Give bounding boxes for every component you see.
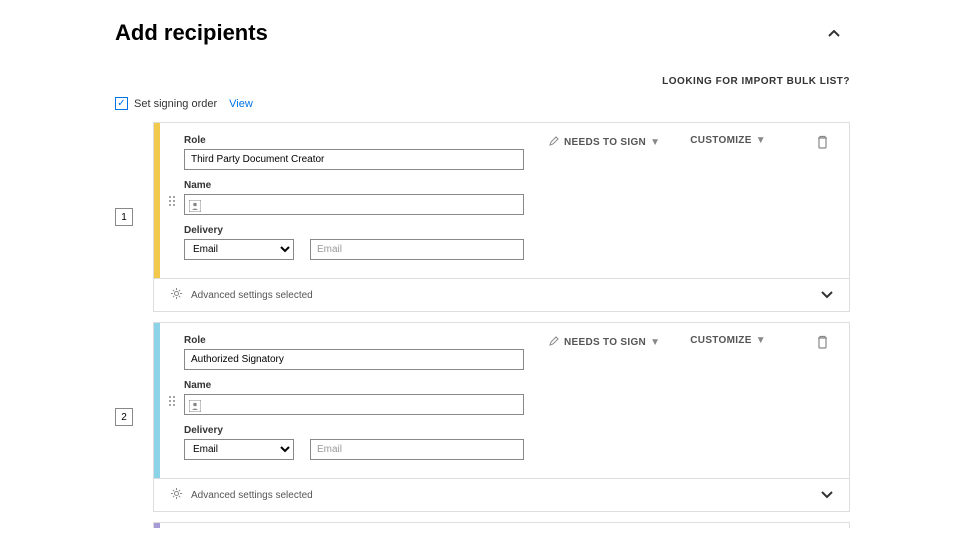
needs-to-sign-dropdown[interactable]: NEEDS TO SIGN ▼ — [548, 335, 660, 350]
pen-icon — [548, 135, 560, 150]
gear-icon — [170, 487, 183, 503]
needs-to-sign-label: NEEDS TO SIGN — [564, 337, 646, 348]
drag-handle-icon[interactable] — [160, 123, 184, 278]
role-label: Role — [184, 335, 524, 346]
customize-label: CUSTOMIZE — [690, 135, 751, 146]
name-input[interactable] — [184, 194, 524, 215]
chevron-down-icon — [821, 288, 833, 302]
advanced-settings-row[interactable]: Advanced settings selected — [154, 278, 849, 311]
delivery-select[interactable]: Email — [184, 439, 294, 460]
recipient-order-number[interactable]: 1 — [115, 208, 133, 226]
recipient-card — [153, 522, 850, 528]
view-signing-order-link[interactable]: View — [229, 98, 253, 110]
recipient-card: Role Name Delivery — [153, 122, 850, 312]
name-input[interactable] — [184, 394, 524, 415]
chevron-down-icon — [821, 488, 833, 502]
signing-order-checkbox[interactable]: ✓ — [115, 97, 128, 110]
recipient-card: Role Name Delivery — [153, 322, 850, 512]
customize-dropdown[interactable]: CUSTOMIZE ▼ — [690, 135, 766, 146]
signing-order-label: Set signing order — [134, 98, 217, 110]
drag-handle-icon[interactable] — [160, 323, 184, 478]
role-input[interactable] — [184, 149, 524, 170]
collapse-section-icon[interactable] — [828, 25, 840, 41]
trash-icon — [816, 136, 829, 153]
import-bulk-list-link[interactable]: LOOKING FOR IMPORT BULK LIST? — [115, 76, 850, 87]
advanced-settings-row[interactable]: Advanced settings selected — [154, 478, 849, 511]
email-input[interactable] — [310, 239, 524, 260]
name-label: Name — [184, 180, 524, 191]
customize-dropdown[interactable]: CUSTOMIZE ▼ — [690, 335, 766, 346]
delete-recipient-button[interactable] — [816, 335, 833, 354]
chevron-down-icon: ▼ — [650, 137, 660, 148]
recipient-order-number[interactable]: 2 — [115, 408, 133, 426]
chevron-down-icon: ▼ — [650, 337, 660, 348]
delivery-select[interactable]: Email — [184, 239, 294, 260]
role-label: Role — [184, 135, 524, 146]
delivery-label: Delivery — [184, 425, 524, 436]
recipient-color-bar — [154, 523, 160, 528]
page-title: Add recipients — [115, 20, 268, 46]
pen-icon — [548, 335, 560, 350]
contact-icon[interactable] — [189, 199, 201, 211]
contact-icon[interactable] — [189, 399, 201, 411]
customize-label: CUSTOMIZE — [690, 335, 751, 346]
role-input[interactable] — [184, 349, 524, 370]
advanced-settings-label: Advanced settings selected — [191, 490, 313, 501]
trash-icon — [816, 336, 829, 353]
email-input[interactable] — [310, 439, 524, 460]
chevron-down-icon: ▼ — [756, 335, 766, 346]
gear-icon — [170, 287, 183, 303]
needs-to-sign-label: NEEDS TO SIGN — [564, 137, 646, 148]
name-label: Name — [184, 380, 524, 391]
needs-to-sign-dropdown[interactable]: NEEDS TO SIGN ▼ — [548, 135, 660, 150]
advanced-settings-label: Advanced settings selected — [191, 290, 313, 301]
delivery-label: Delivery — [184, 225, 524, 236]
delete-recipient-button[interactable] — [816, 135, 833, 154]
chevron-down-icon: ▼ — [756, 135, 766, 146]
